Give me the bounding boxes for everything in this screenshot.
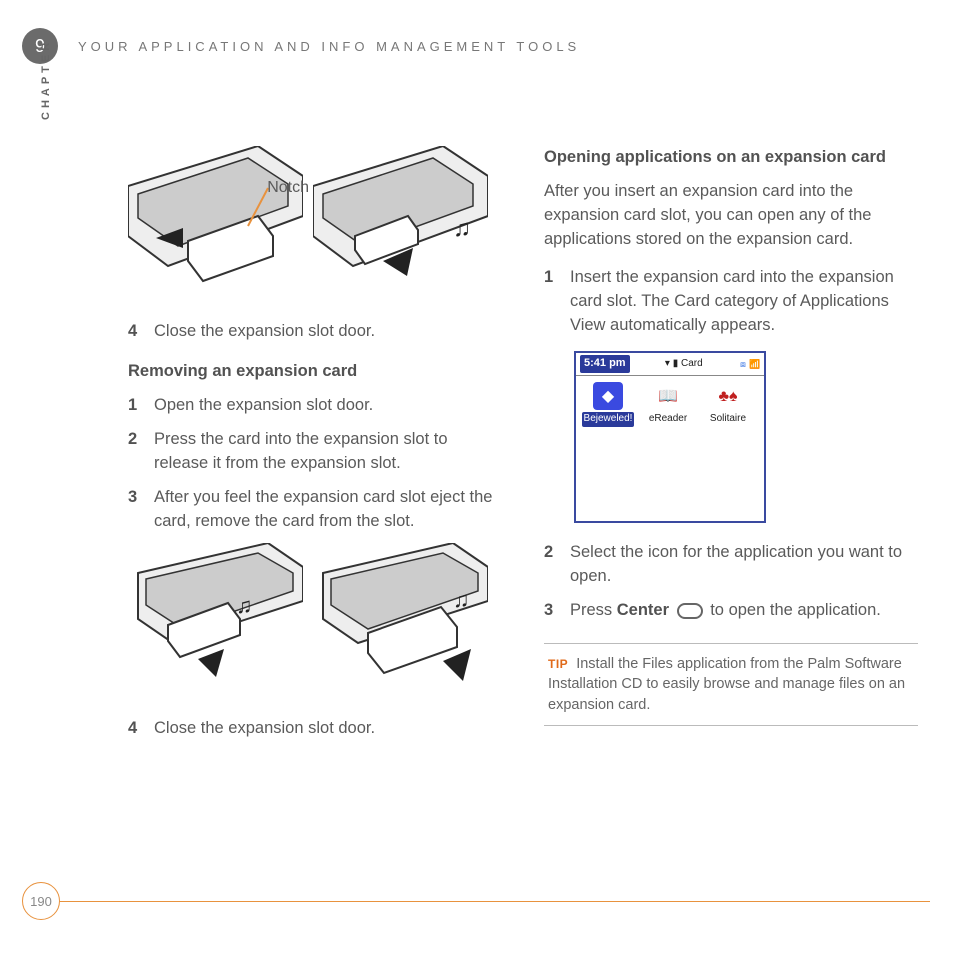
app-icon-bejeweled: ◆Bejeweled! [580,382,636,427]
heading-removing-card: Removing an expansion card [128,360,502,384]
step-number: 2 [128,428,142,476]
opening-intro: After you insert an expansion card into … [544,180,918,252]
page-number: 190 [22,882,60,920]
step-text: Insert the expansion card into the expan… [570,266,918,338]
page-header: 9 YOUR APPLICATION AND INFO MANAGEMENT T… [22,28,580,64]
step-text: Press the card into the expansion slot t… [154,428,502,476]
left-column: Notch ♫ 4 C [128,146,502,751]
step-remove-3: 3 After you feel the expansion card slot… [128,486,502,534]
tip-label: TIP [548,657,568,671]
step-text: After you feel the expansion card slot e… [154,486,502,534]
step-text: Select the icon for the application you … [570,541,918,589]
device-screenshot: 5:41 pm ▾ ▮ Card ⧈ 📶 ◆Bejeweled!📖eReader… [574,351,766,523]
step-number: 4 [128,320,142,344]
screenshot-category: ▾ ▮ Card [665,357,703,372]
step-4b: 4 Close the expansion slot door. [128,717,502,741]
step-number: 1 [128,394,142,418]
svg-text:♫: ♫ [453,215,471,242]
bluetooth-icon: ⧈ [738,359,748,369]
tip-box: TIP Install the Files application from t… [544,643,918,726]
content-area: Notch ♫ 4 C [128,146,918,751]
illustration-card-inserted: ♫ [313,146,488,306]
device-card-insert-icon [128,146,303,306]
step-number: 1 [544,266,558,338]
step-remove-2: 2 Press the card into the expansion slot… [128,428,502,476]
app-icon-solitaire: ♣♠Solitaire [700,382,756,427]
illustration-row-insert: Notch ♫ [128,146,502,306]
step-open-1: 1 Insert the expansion card into the exp… [544,266,918,338]
svg-text:♫: ♫ [236,593,253,618]
step-text: Close the expansion slot door. [154,320,502,344]
footer-rule [58,901,930,902]
step-4a: 4 Close the expansion slot door. [128,320,502,344]
device-eject-card-icon: ♫ [313,543,488,703]
svg-text:♫: ♫ [453,587,470,612]
screenshot-app-grid: ◆Bejeweled!📖eReader♣♠Solitaire [576,376,764,521]
app-icon-ereader: 📖eReader [640,382,696,427]
screenshot-statusbar: 5:41 pm ▾ ▮ Card ⧈ 📶 [576,353,764,376]
step-number: 4 [128,717,142,741]
center-button-icon [677,603,703,619]
heading-opening-apps: Opening applications on an expansion car… [544,146,918,170]
header-title: YOUR APPLICATION AND INFO MANAGEMENT TOO… [78,39,580,54]
screenshot-time: 5:41 pm [580,355,630,373]
screenshot-status-icons: ⧈ 📶 [738,359,760,369]
step-text: Close the expansion slot door. [154,717,502,741]
right-column: Opening applications on an expansion car… [544,146,918,751]
illustration-insert-card: Notch [128,146,303,306]
step-number: 3 [544,599,558,623]
step-text: Press Center to open the application. [570,599,918,623]
step-open-3: 3 Press Center to open the application. [544,599,918,623]
illustration-row-remove: ♫ ♫ [128,543,502,703]
illustration-eject-card: ♫ [313,543,488,703]
device-card-inserted-icon: ♫ [313,146,488,306]
notch-callout-label: Notch [267,176,309,199]
step-text: Open the expansion slot door. [154,394,502,418]
signal-icon: 📶 [750,359,760,369]
illustration-push-card: ♫ [128,543,303,703]
step-number: 2 [544,541,558,589]
device-push-card-icon: ♫ [128,543,303,703]
chapter-side-label: CHAPTER [40,39,52,120]
tip-text: Install the Files application from the P… [548,656,905,713]
step-number: 3 [128,486,142,534]
step-remove-1: 1 Open the expansion slot door. [128,394,502,418]
step-open-2: 2 Select the icon for the application yo… [544,541,918,589]
